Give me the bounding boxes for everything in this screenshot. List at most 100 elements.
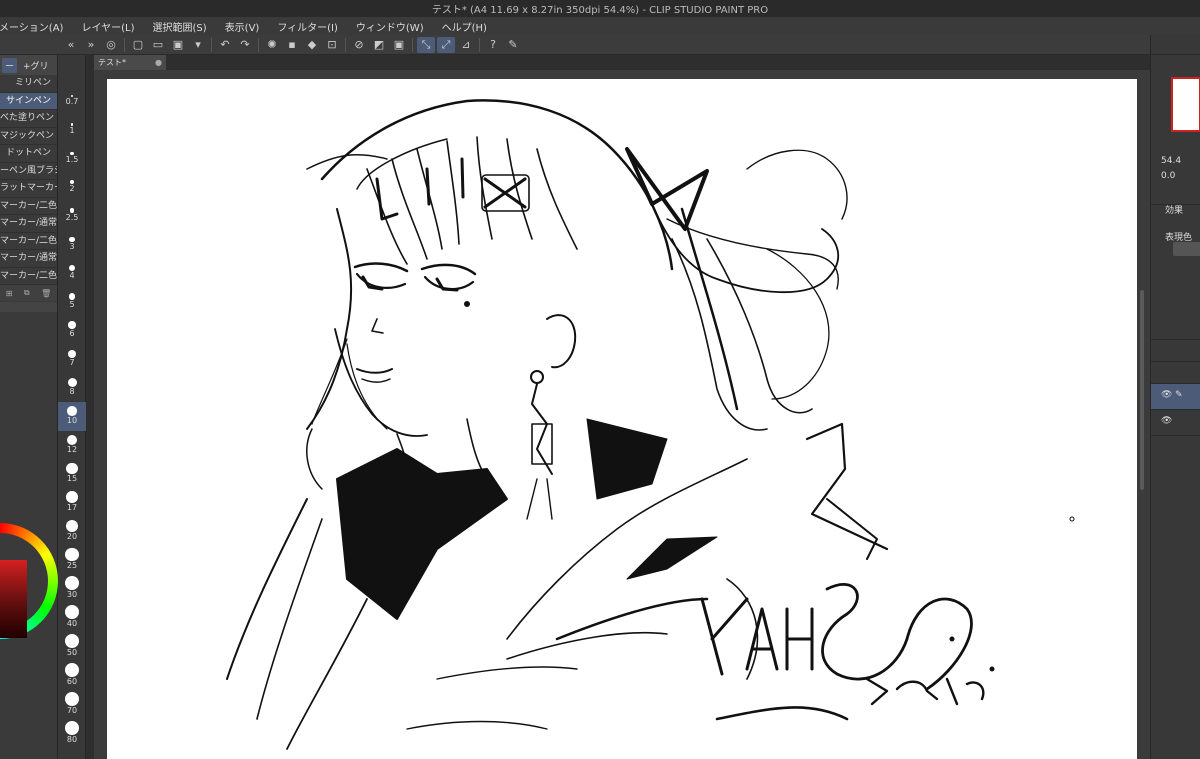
snap-grid-icon[interactable]: ⊿	[457, 37, 475, 53]
subtool-tab-pen[interactable]: ー	[2, 57, 18, 73]
menu-window[interactable]: ウィンドウ(W)	[347, 19, 433, 34]
brush-size-8[interactable]: 8	[58, 373, 86, 402]
subtool-item[interactable]: マーカー/二色	[0, 268, 57, 285]
snap-special-ruler-icon[interactable]: ⤢	[437, 36, 455, 53]
subtool-item[interactable]: マーカー/二色	[0, 198, 57, 215]
brush-size-7[interactable]: 7	[58, 344, 86, 373]
brush-size-30[interactable]: 30	[58, 576, 86, 605]
brush-size-label: 1	[69, 125, 75, 135]
brush-size-5[interactable]: 5	[58, 286, 86, 315]
layer-item-selected[interactable]: 👁 ✎	[1151, 384, 1200, 410]
brush-size-12[interactable]: 12	[58, 431, 86, 460]
drawing-canvas[interactable]	[107, 79, 1137, 759]
invert-selection-icon[interactable]: ◩	[370, 37, 388, 53]
brush-size-80[interactable]: 80	[58, 721, 86, 750]
toolbar-separator	[479, 37, 480, 52]
save-icon[interactable]: ▣	[169, 37, 187, 53]
subtool-item[interactable]: べた塗りペン	[0, 110, 57, 128]
brush-size-15[interactable]: 15	[58, 460, 86, 489]
menu-selection[interactable]: 選択範囲(S)	[144, 19, 216, 34]
subtool-item[interactable]: マーカー/通常	[0, 250, 57, 268]
subtool-item[interactable]: ドットペン	[0, 145, 57, 163]
brush-size-0-7[interactable]: 0.7	[58, 83, 86, 112]
brush-size-50[interactable]: 50	[58, 634, 86, 663]
brush-size-label: 2.5	[65, 212, 79, 222]
brush-size-dot-icon	[66, 462, 78, 474]
new-file-icon[interactable]: ▢	[129, 37, 147, 53]
canvas-workarea[interactable]	[94, 70, 1150, 759]
navigator-thumbnail[interactable]	[1171, 77, 1200, 132]
menu-bar: メーション(A) レイヤー(L) 選択範囲(S) 表示(V) フィルター(I) …	[0, 17, 1200, 35]
subtool-item-selected[interactable]: サインペン	[0, 92, 57, 110]
layer-item[interactable]: 👁	[1151, 410, 1200, 436]
brush-size-25[interactable]: 25	[58, 547, 86, 576]
brush-size-dot-icon	[65, 721, 79, 735]
brush-size-40[interactable]: 40	[58, 605, 86, 634]
eye-icon[interactable]: 👁	[1161, 416, 1172, 426]
crop-icon[interactable]: ⊡	[323, 37, 341, 53]
expand-icon[interactable]: »	[82, 37, 100, 53]
toolbar-separator	[211, 37, 212, 52]
menu-layer[interactable]: レイヤー(L)	[72, 19, 143, 34]
subtool-item[interactable]: マーカー/通常	[0, 215, 57, 233]
brush-size-2[interactable]: 2	[58, 170, 86, 199]
color-wheel[interactable]	[0, 523, 58, 639]
brush-size-label: 70	[66, 706, 78, 715]
menu-view[interactable]: 表示(V)	[216, 19, 269, 34]
export-icon[interactable]: ▾	[189, 37, 207, 53]
brush-size-2-5[interactable]: 2.5	[58, 199, 86, 228]
menu-filter[interactable]: フィルター(I)	[268, 19, 347, 34]
brush-size-6[interactable]: 6	[58, 315, 86, 344]
brush-size-4[interactable]: 4	[58, 257, 86, 286]
clip-studio-icon[interactable]: ◎	[102, 37, 120, 53]
zoom-value[interactable]: 54.4	[1161, 156, 1181, 166]
tab-close-icon[interactable]: ●	[155, 55, 162, 70]
display-color-select[interactable]	[1173, 242, 1200, 256]
redo-icon[interactable]: ↷	[236, 37, 254, 53]
selection-layer-icon[interactable]: ▣	[390, 37, 408, 53]
brush-size-3[interactable]: 3	[58, 228, 86, 257]
brush-size-1[interactable]: 1	[58, 112, 86, 141]
collapse-icon[interactable]: «	[62, 37, 80, 53]
subtool-item[interactable]: ーペン風ブラシ	[0, 163, 57, 180]
add-subtool-icon[interactable]: ⊞	[6, 289, 13, 298]
brush-size-dot-icon	[65, 634, 79, 648]
blend-mode-row[interactable]	[1151, 340, 1200, 362]
brush-size-17[interactable]: 17	[58, 489, 86, 518]
undo-icon[interactable]: ↶	[216, 37, 234, 53]
document-tab[interactable]: テスト* ●	[94, 55, 166, 70]
subtool-tab-group[interactable]: +グリ	[20, 58, 52, 73]
brush-size-20[interactable]: 20	[58, 518, 86, 547]
brush-size-label: 30	[66, 589, 78, 599]
transform-icon[interactable]: ◆	[303, 37, 321, 53]
brush-size-label: 20	[66, 532, 78, 541]
subtool-item[interactable]: ラットマーカー	[0, 180, 57, 198]
clear-icon[interactable]: ✺	[263, 37, 281, 53]
subtool-item[interactable]: マジックペン	[0, 128, 57, 145]
brush-size-60[interactable]: 60	[58, 663, 86, 692]
subtool-item[interactable]: マーカー/二色	[0, 233, 57, 250]
brush-size-label: 25	[66, 560, 78, 570]
brush-size-10[interactable]: 10	[58, 402, 86, 431]
duplicate-subtool-icon[interactable]: ⧉	[24, 288, 30, 298]
delete-subtool-icon[interactable]: 🗑	[41, 289, 51, 298]
deselect-icon[interactable]: ⊘	[350, 37, 368, 53]
rotation-value[interactable]: 0.0	[1161, 171, 1175, 181]
snap-ruler-icon[interactable]: ⤡	[417, 36, 435, 53]
eye-icon[interactable]: 👁	[1161, 390, 1172, 400]
title-bar: テスト* (A4 11.69 x 8.27in 350dpi 54.4%) - …	[0, 0, 1200, 17]
brush-size-1-5[interactable]: 1.5	[58, 141, 86, 170]
canvas-scrollbar[interactable]	[1137, 70, 1147, 759]
menu-animation[interactable]: メーション(A)	[0, 19, 72, 34]
help-icon[interactable]: ?	[484, 37, 502, 53]
open-folder-icon[interactable]: ▭	[149, 37, 167, 53]
menu-help[interactable]: ヘルプ(H)	[433, 19, 496, 34]
brush-size-panel: 0.7 1 1.5 2 2.5 3 4 5 6 7 8 10 12 15 17 20 25 30 40 50 60 70 8…	[58, 55, 86, 759]
panel-scrollbar[interactable]	[86, 55, 94, 759]
subtool-item[interactable]: ミリペン	[0, 75, 57, 93]
fill-icon[interactable]: ▪	[283, 37, 301, 53]
scrollbar-thumb[interactable]	[1140, 290, 1144, 490]
pen-icon[interactable]: ✎	[504, 37, 522, 53]
color-saturation-square[interactable]	[0, 560, 27, 638]
brush-size-70[interactable]: 70	[58, 692, 86, 721]
